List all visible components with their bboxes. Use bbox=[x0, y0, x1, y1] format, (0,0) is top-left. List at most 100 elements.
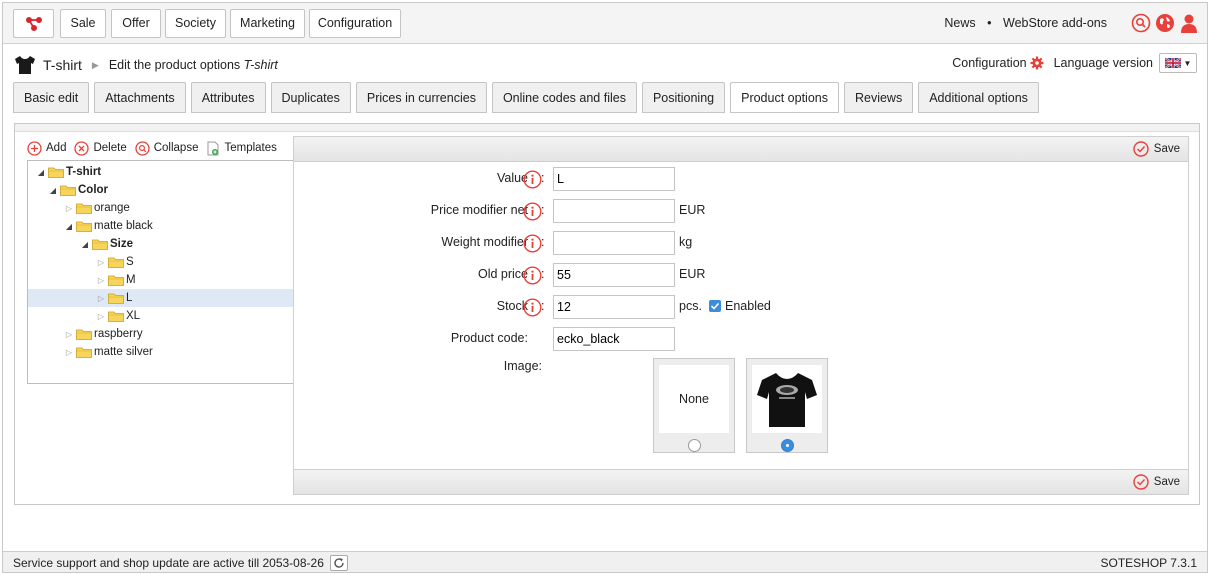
product-code-input[interactable] bbox=[553, 327, 675, 351]
options-tree: ◢ T-shirt ◢ Color ▷ orange ◢ matte black ◢ Size ▷ S… bbox=[27, 160, 294, 384]
collapsed-arrow-icon[interactable]: ▷ bbox=[96, 258, 106, 267]
tree-node[interactable]: ▷ M bbox=[96, 271, 136, 289]
collapse-button[interactable]: Collapse bbox=[135, 140, 198, 156]
tree-node[interactable]: ◢ Color bbox=[48, 181, 108, 199]
version-label: SOTESHOP 7.3.1 bbox=[1100, 556, 1198, 570]
info-icon[interactable] bbox=[523, 234, 542, 253]
menu-configuration[interactable]: Configuration bbox=[309, 9, 401, 38]
user-icon[interactable] bbox=[1179, 13, 1199, 33]
weight-modifier-label: Weight modifier bbox=[441, 235, 528, 249]
tab-additional-options[interactable]: Additional options bbox=[918, 82, 1039, 113]
expanded-arrow-icon[interactable]: ◢ bbox=[64, 222, 74, 231]
tab-basic-edit[interactable]: Basic edit bbox=[13, 82, 90, 113]
tree-node-label: Size bbox=[110, 238, 134, 250]
tree-node-label: Color bbox=[78, 184, 109, 196]
image-option-none[interactable]: None bbox=[653, 358, 735, 453]
webstore-addons-link[interactable]: WebStore add-ons bbox=[1003, 16, 1107, 30]
panel-top-strip bbox=[15, 124, 1199, 132]
info-icon[interactable] bbox=[523, 202, 542, 221]
folder-icon bbox=[48, 167, 64, 178]
tab-duplicates[interactable]: Duplicates bbox=[270, 82, 351, 113]
configuration-link[interactable]: Configuration bbox=[952, 56, 1026, 70]
tab-bar: Basic edit Attachments Attributes Duplic… bbox=[13, 82, 1039, 113]
enabled-label: Enabled bbox=[725, 299, 771, 313]
menu-society[interactable]: Society bbox=[165, 9, 226, 38]
tab-online-codes-and-files[interactable]: Online codes and files bbox=[491, 82, 637, 113]
save-button-top[interactable]: Save bbox=[1133, 141, 1180, 157]
expanded-arrow-icon[interactable]: ◢ bbox=[48, 186, 58, 195]
delete-button[interactable]: Delete bbox=[74, 140, 127, 156]
tree-node[interactable]: ▷ matte silver bbox=[64, 343, 153, 361]
tab-attachments[interactable]: Attachments bbox=[94, 82, 186, 113]
magnifier-icon bbox=[135, 140, 150, 156]
menu-offer[interactable]: Offer bbox=[111, 9, 161, 38]
tree-node-label: XL bbox=[126, 310, 141, 322]
option-form: Value : Price modifier net : EUR Weight … bbox=[293, 162, 1189, 469]
tab-prices-in-currencies[interactable]: Prices in currencies bbox=[355, 82, 487, 113]
support-status: Service support and shop update are acti… bbox=[13, 555, 348, 571]
collapsed-arrow-icon[interactable]: ▷ bbox=[64, 204, 74, 213]
tab-positioning[interactable]: Positioning bbox=[641, 82, 726, 113]
product-thumbnail-icon bbox=[15, 56, 35, 74]
enabled-checkbox[interactable] bbox=[709, 300, 721, 312]
form-header-bar: Save bbox=[293, 136, 1189, 162]
tree-node-label: L bbox=[126, 292, 133, 304]
tab-product-options[interactable]: Product options bbox=[730, 82, 839, 113]
support-text: Service support and shop update are acti… bbox=[13, 556, 324, 570]
folder-icon bbox=[76, 203, 92, 214]
expanded-arrow-icon[interactable]: ◢ bbox=[80, 240, 90, 249]
image-none-radio[interactable] bbox=[688, 439, 701, 452]
tree-node[interactable]: ▷ raspberry bbox=[64, 325, 143, 343]
refresh-button[interactable] bbox=[329, 555, 348, 571]
collapsed-arrow-icon[interactable]: ▷ bbox=[96, 294, 106, 303]
menu-sale[interactable]: Sale bbox=[60, 9, 106, 38]
home-logo-button[interactable] bbox=[13, 9, 54, 38]
collapsed-arrow-icon[interactable]: ▷ bbox=[64, 330, 74, 339]
top-navigation: Sale Offer Society Marketing Configurati… bbox=[3, 3, 1207, 44]
tree-node-label: M bbox=[126, 274, 136, 286]
tree-node-label: orange bbox=[94, 202, 130, 214]
separator: • bbox=[987, 16, 992, 30]
delete-circle-icon bbox=[74, 140, 90, 156]
stock-input[interactable] bbox=[553, 295, 675, 319]
breadcrumb-arrow-icon: ▶ bbox=[91, 59, 99, 70]
collapsed-arrow-icon[interactable]: ▷ bbox=[96, 276, 106, 285]
tree-node[interactable]: ▷ orange bbox=[64, 199, 130, 217]
save-button-bottom[interactable]: Save bbox=[1133, 474, 1180, 490]
tree-node[interactable]: ◢ T-shirt bbox=[36, 163, 101, 181]
product-name[interactable]: T-shirt bbox=[43, 57, 82, 73]
tab-attributes[interactable]: Attributes bbox=[190, 82, 266, 113]
plus-circle-icon bbox=[27, 140, 42, 156]
search-icon[interactable] bbox=[1131, 13, 1151, 33]
tree-node-label: raspberry bbox=[94, 328, 143, 340]
value-input[interactable] bbox=[553, 167, 675, 191]
info-icon[interactable] bbox=[523, 170, 542, 189]
old-price-input[interactable] bbox=[553, 263, 675, 287]
info-icon[interactable] bbox=[523, 298, 542, 317]
tree-node[interactable]: ▷ L bbox=[96, 289, 132, 307]
weight-modifier-input[interactable] bbox=[553, 231, 675, 255]
tree-node[interactable]: ▷ XL bbox=[96, 307, 140, 325]
gear-icon[interactable] bbox=[1030, 56, 1044, 70]
info-icon[interactable] bbox=[523, 266, 542, 285]
menu-marketing[interactable]: Marketing bbox=[230, 9, 305, 38]
news-link[interactable]: News bbox=[944, 16, 975, 30]
image-tshirt-radio[interactable] bbox=[781, 439, 794, 452]
tab-reviews[interactable]: Reviews bbox=[843, 82, 914, 113]
globe-icon[interactable] bbox=[1155, 13, 1175, 33]
logo-icon bbox=[25, 17, 42, 31]
form-footer-bar: Save bbox=[293, 469, 1189, 495]
templates-button[interactable]: Templates bbox=[206, 141, 277, 156]
price-modifier-input[interactable] bbox=[553, 199, 675, 223]
folder-icon bbox=[76, 221, 92, 232]
tree-node[interactable]: ▷ S bbox=[96, 253, 134, 271]
add-button[interactable]: Add bbox=[27, 140, 66, 156]
collapsed-arrow-icon[interactable]: ▷ bbox=[64, 348, 74, 357]
language-select[interactable]: ▼ bbox=[1159, 53, 1197, 73]
image-option-tshirt[interactable] bbox=[746, 358, 828, 453]
collapsed-arrow-icon[interactable]: ▷ bbox=[96, 312, 106, 321]
tree-node[interactable]: ◢ Size bbox=[80, 235, 133, 253]
tree-toolbar: Add Delete Collapse Templates bbox=[27, 136, 294, 160]
expanded-arrow-icon[interactable]: ◢ bbox=[36, 168, 46, 177]
tree-node[interactable]: ◢ matte black bbox=[64, 217, 153, 235]
